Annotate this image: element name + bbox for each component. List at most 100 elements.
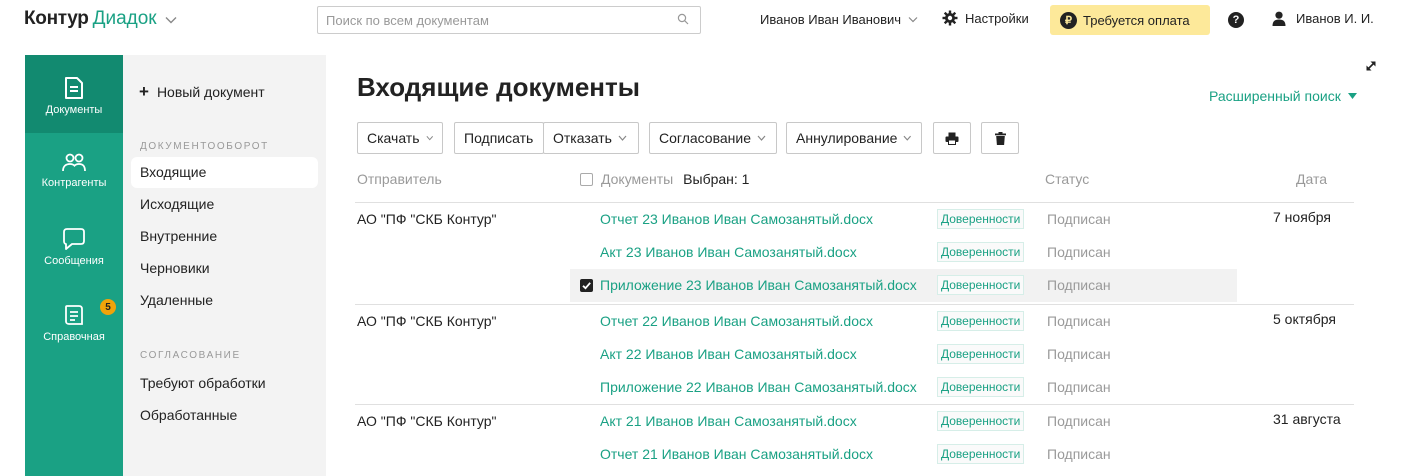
status-text: Подписан: [1047, 346, 1111, 362]
expand-icon[interactable]: [1364, 59, 1378, 73]
rail-label: Справочная: [43, 331, 105, 343]
subnav-item-outgoing[interactable]: Исходящие: [131, 189, 318, 220]
annul-button[interactable]: Аннулирование: [786, 122, 922, 154]
logo-product: Диадок: [92, 8, 157, 29]
advanced-search-label: Расширенный поиск: [1209, 88, 1341, 104]
new-document-button[interactable]: + Новый документ: [139, 82, 265, 101]
document-type-tag[interactable]: Доверенности: [937, 275, 1025, 295]
status-text: Подписан: [1047, 211, 1111, 227]
document-link[interactable]: Отчет 22 Иванов Иван Самозанятый.docx: [600, 313, 873, 329]
document-type-tag[interactable]: Доверенности: [937, 444, 1025, 464]
row-checkbox-checked[interactable]: [580, 279, 593, 292]
document-link[interactable]: Приложение 23 Иванов Иван Самозанятый.do…: [600, 277, 917, 293]
sender-name[interactable]: АО "ПФ "СКБ Контур": [357, 413, 497, 429]
status-text: Подписан: [1047, 313, 1111, 329]
rail-item-contractors[interactable]: Контрагенты: [25, 153, 123, 189]
document-link[interactable]: Акт 23 Иванов Иван Самозанятый.docx: [600, 244, 857, 260]
subnav-item-incoming[interactable]: Входящие: [131, 157, 318, 188]
main-nav-rail: Документы Контрагенты Сообщения Справочн…: [25, 55, 123, 476]
sender-name[interactable]: АО "ПФ "СКБ Контур": [357, 313, 497, 329]
date-text: 5 октября: [1273, 311, 1336, 327]
status-text: Подписан: [1047, 413, 1111, 429]
people-icon: [62, 153, 86, 172]
subnav-item-pending[interactable]: Требуют обработки: [131, 368, 318, 399]
status-text: Подписан: [1047, 446, 1111, 462]
new-document-label: Новый документ: [156, 84, 265, 100]
selected-count: Выбран: 1: [683, 171, 750, 187]
document-link[interactable]: Отчет 23 Иванов Иван Самозанятый.docx: [600, 211, 873, 227]
notification-badge: 5: [100, 299, 116, 315]
user-menu[interactable]: Иванов Иван Иванович: [760, 12, 918, 27]
page-title: Входящие документы: [357, 72, 640, 102]
table-row[interactable]: АО "ПФ "СКБ Контур" Отчет 22 Иванов Иван…: [326, 305, 1386, 338]
account-menu[interactable]: Иванов И. И.: [1272, 11, 1374, 26]
section-label-workflow: ДОКУМЕНТООБОРОТ: [140, 141, 269, 152]
book-icon: [65, 305, 83, 325]
delete-button[interactable]: [981, 122, 1019, 154]
reject-button[interactable]: Отказать: [543, 122, 639, 154]
search-icon[interactable]: [677, 13, 689, 25]
select-all-checkbox[interactable]: [580, 172, 593, 186]
document-icon: [65, 77, 83, 99]
payment-required-button[interactable]: ₽ Требуется оплата: [1050, 5, 1210, 35]
gear-icon: [942, 10, 958, 26]
column-header-sender[interactable]: Отправитель: [357, 171, 442, 187]
main-content: Входящие документы Расширенный поиск Ска…: [326, 55, 1386, 476]
app-logo[interactable]: Контур Диадок: [24, 8, 177, 30]
document-type-tag[interactable]: Доверенности: [937, 377, 1025, 397]
settings-button[interactable]: Настройки: [942, 10, 1029, 26]
status-text: Подписан: [1047, 244, 1111, 260]
rail-label: Контрагенты: [41, 177, 107, 189]
table-row[interactable]: АО "ПФ "СКБ Контур" Отчет 23 Иванов Иван…: [326, 203, 1386, 236]
document-type-tag[interactable]: Доверенности: [937, 344, 1025, 364]
document-link[interactable]: Акт 22 Иванов Иван Самозанятый.docx: [600, 346, 857, 362]
status-text: Подписан: [1047, 379, 1111, 395]
settings-label: Настройки: [965, 10, 1029, 26]
chevron-down-icon[interactable]: [165, 16, 177, 24]
documents-header-label: Документы: [601, 171, 674, 187]
subnav-item-processed[interactable]: Обработанные: [131, 400, 318, 431]
approval-button[interactable]: Согласование: [649, 122, 777, 154]
rail-item-reference[interactable]: Справочная 5: [25, 299, 123, 343]
sender-name[interactable]: АО "ПФ "СКБ Контур": [357, 211, 497, 227]
document-type-tag[interactable]: Доверенности: [937, 209, 1025, 229]
download-button[interactable]: Скачать: [357, 122, 443, 154]
document-link[interactable]: Отчет 21 Иванов Иван Самозанятый.docx: [600, 446, 873, 462]
table-row[interactable]: Акт 22 Иванов Иван Самозанятый.docx Дове…: [326, 338, 1386, 371]
subnav-item-drafts[interactable]: Черновики: [131, 253, 318, 284]
document-type-tag[interactable]: Доверенности: [937, 242, 1025, 262]
document-type-tag[interactable]: Доверенности: [937, 411, 1025, 431]
chevron-down-icon: [757, 135, 766, 141]
table-row[interactable]: Приложение 23 Иванов Иван Самозанятый.do…: [326, 269, 1386, 302]
reject-label: Отказать: [553, 130, 612, 146]
table-row[interactable]: Отчет 21 Иванов Иван Самозанятый.docx До…: [326, 438, 1386, 471]
chat-icon: [63, 228, 85, 250]
account-name: Иванов И. И.: [1296, 11, 1374, 26]
caret-down-icon: [1347, 93, 1357, 99]
table-row[interactable]: Акт 23 Иванов Иван Самозанятый.docx Дове…: [326, 236, 1386, 269]
help-icon[interactable]: ?: [1228, 12, 1244, 28]
column-header-status[interactable]: Статус: [1045, 171, 1089, 187]
column-header-date[interactable]: Дата: [1296, 171, 1327, 187]
sign-button[interactable]: Подписать: [454, 122, 544, 154]
top-bar: Контур Диадок Иванов Иван Иванович Настр…: [0, 0, 1418, 40]
rail-item-documents[interactable]: Документы: [25, 55, 123, 133]
print-button[interactable]: [933, 122, 971, 154]
logo-brand: Контур: [24, 8, 89, 29]
document-type-tag[interactable]: Доверенности: [937, 311, 1025, 331]
subnav-item-internal[interactable]: Внутренние: [131, 221, 318, 252]
plus-icon: +: [139, 82, 149, 101]
search-input[interactable]: [317, 6, 701, 34]
trash-icon: [994, 131, 1006, 145]
table-row[interactable]: АО "ПФ "СКБ Контур" Акт 21 Иванов Иван С…: [326, 405, 1386, 438]
advanced-search-link[interactable]: Расширенный поиск: [1209, 88, 1357, 104]
document-link[interactable]: Приложение 22 Иванов Иван Самозанятый.do…: [600, 379, 917, 395]
status-text: Подписан: [1047, 277, 1111, 293]
table-row[interactable]: Приложение 22 Иванов Иван Самозанятый.do…: [326, 371, 1386, 404]
subnav-item-deleted[interactable]: Удаленные: [131, 285, 318, 316]
annul-label: Аннулирование: [796, 130, 898, 146]
date-text: 7 ноября: [1273, 209, 1332, 225]
document-link[interactable]: Акт 21 Иванов Иван Самозанятый.docx: [600, 413, 857, 429]
rail-item-messages[interactable]: Сообщения: [25, 227, 123, 267]
approval-label: Согласование: [659, 130, 751, 146]
